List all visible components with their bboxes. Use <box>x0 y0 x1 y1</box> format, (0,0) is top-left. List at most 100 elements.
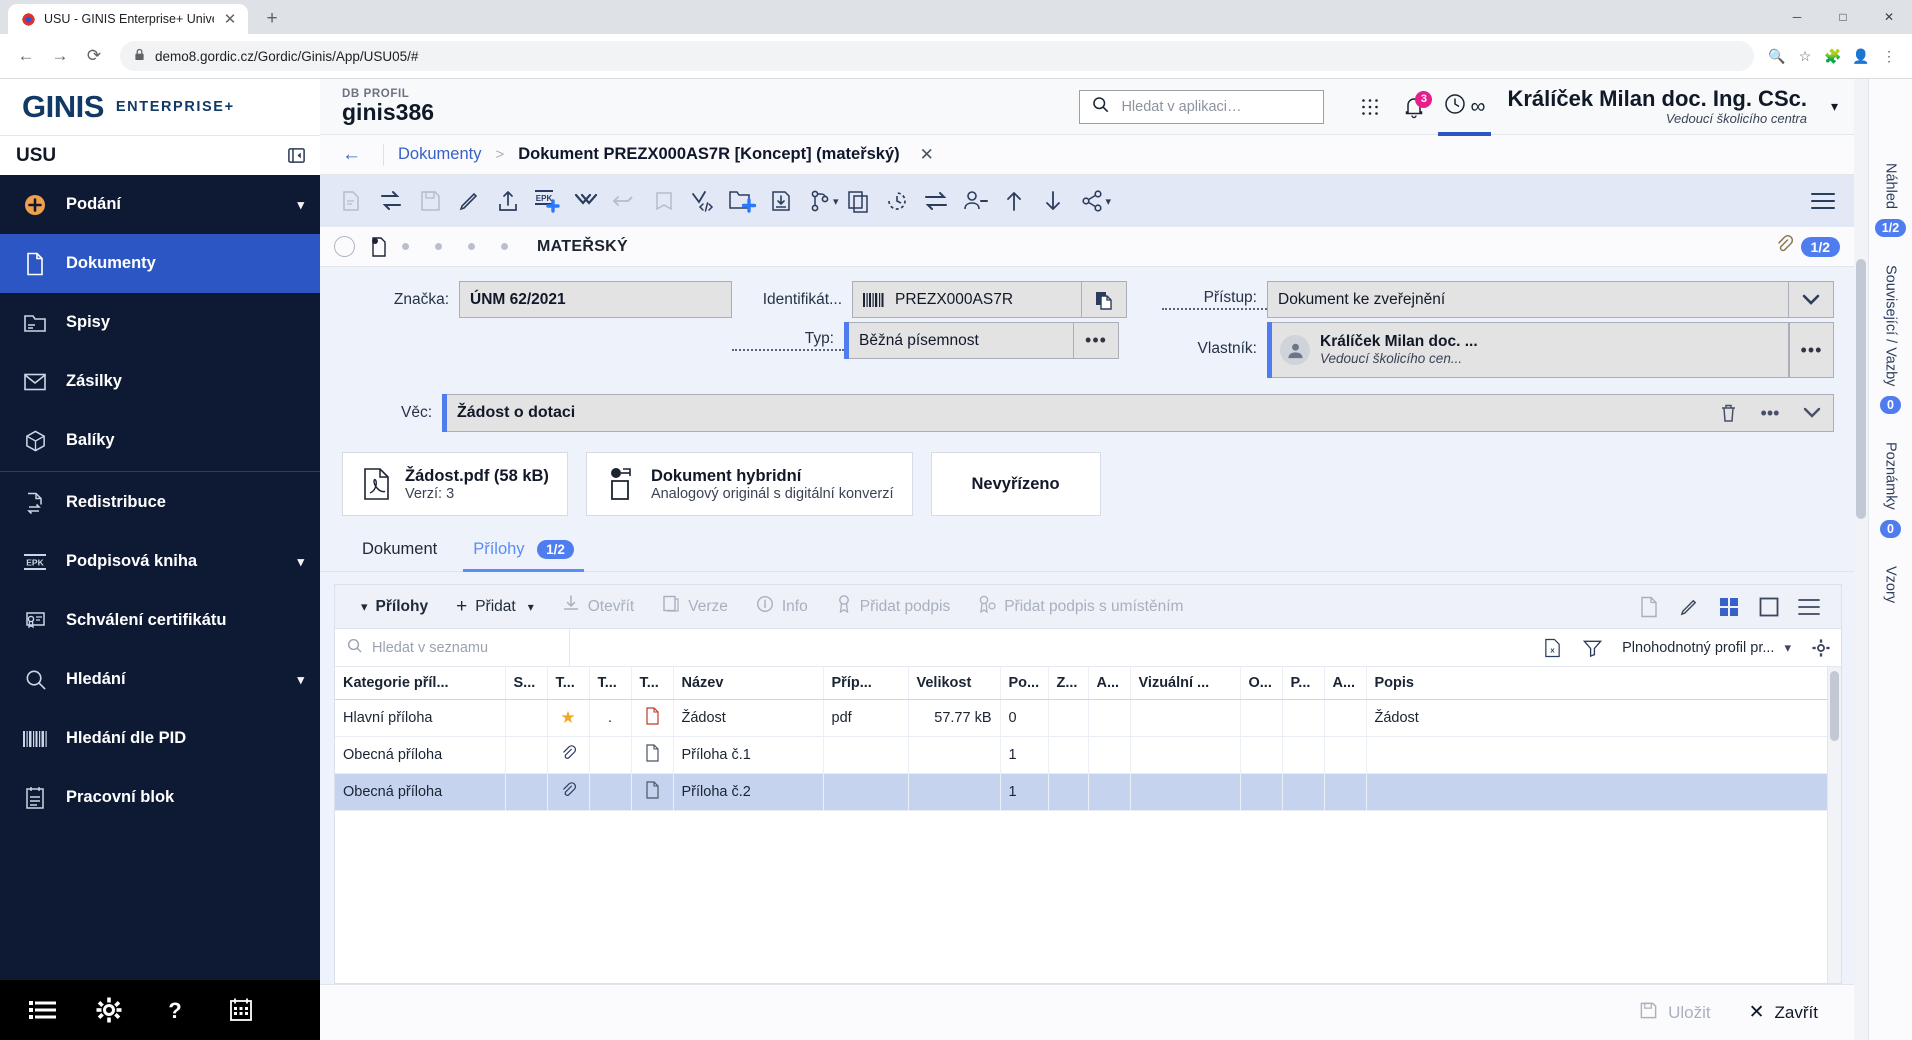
edit-pencil-icon[interactable] <box>449 181 488 221</box>
window-close-icon[interactable]: ✕ <box>1866 1 1912 33</box>
search-input[interactable]: Hledat v aplikaci… <box>1079 89 1325 124</box>
rail-item-souvisejici[interactable]: Související / Vazby 0 <box>1880 251 1901 428</box>
col-velikost[interactable]: Velikost <box>908 667 1001 700</box>
apps-grid-icon[interactable] <box>1348 85 1392 129</box>
upload-icon[interactable] <box>488 181 527 221</box>
sidebar-item-hledani-dle-pid[interactable]: Hledání dle PID <box>0 709 320 768</box>
card-status[interactable]: Nevyřízeno <box>930 452 1101 516</box>
time-tracking[interactable]: ∞ <box>1436 85 1493 136</box>
exchange-icon[interactable] <box>917 181 956 221</box>
browser-tab[interactable]: USU - GINIS Enterprise+ Univerz ✕ <box>8 4 248 34</box>
pristup-value[interactable]: Dokument ke zveřejnění <box>1267 281 1789 318</box>
arrow-up-icon[interactable] <box>995 181 1034 221</box>
col-popis[interactable]: Popis <box>1366 667 1841 700</box>
attachments-search-input[interactable]: Hledat v seznamu <box>335 628 570 667</box>
close-icon[interactable]: ✕ <box>222 11 238 28</box>
transfer-icon[interactable] <box>371 181 410 221</box>
col-pripona[interactable]: Příp... <box>823 667 909 700</box>
sidebar-item-podani[interactable]: Podání ▾ <box>0 175 320 234</box>
vec-more-button[interactable]: ••• <box>1749 394 1791 432</box>
card-hybrid[interactable]: Dokument hybridní Analogový originál s d… <box>585 452 913 516</box>
col-a2[interactable]: A... <box>1324 667 1367 700</box>
list-icon[interactable] <box>10 998 76 1022</box>
col-t1[interactable]: T... <box>547 667 590 700</box>
copy-identifier-button[interactable] <box>1082 281 1127 318</box>
list-menu-icon[interactable] <box>1789 585 1829 629</box>
assign-person-icon[interactable] <box>956 181 995 221</box>
attachments-section-toggle[interactable]: ▾ Přílohy <box>347 585 442 629</box>
tab-dokument[interactable]: Dokument <box>344 530 455 571</box>
status-circle-icon[interactable] <box>334 236 355 257</box>
new-document-icon[interactable] <box>332 181 371 221</box>
help-icon[interactable]: ? <box>142 997 208 1023</box>
col-nazev[interactable]: Název <box>673 667 824 700</box>
copy-icon[interactable] <box>839 181 878 221</box>
sidebar-item-podpisova-kniha[interactable]: EPK Podpisová kniha ▾ <box>0 532 320 591</box>
add-signature-button[interactable]: Přidat podpis <box>822 585 964 629</box>
field-label[interactable]: Přístup: <box>1162 289 1267 310</box>
table-row[interactable]: Hlavní příloha ★ . Žádost pdf 57.77 kB 0… <box>335 699 1841 737</box>
back-arrow-icon[interactable]: ← <box>334 144 369 166</box>
tab-prilohy[interactable]: Přílohy 1/2 <box>455 530 592 572</box>
close-icon[interactable]: ✕ <box>920 145 934 165</box>
sidebar-item-dokumenty[interactable]: Dokumenty <box>0 234 320 293</box>
bookmark-star-icon[interactable]: ☆ <box>1792 43 1818 69</box>
add-folder-icon[interactable] <box>722 181 761 221</box>
page-scrollbar[interactable] <box>1854 79 1868 1040</box>
col-s[interactable]: S... <box>505 667 548 700</box>
minimize-icon[interactable]: ─ <box>1774 1 1820 33</box>
gear-icon[interactable] <box>76 997 142 1023</box>
calendar-icon[interactable] <box>208 997 274 1023</box>
double-check-icon[interactable] <box>566 181 605 221</box>
sidebar-item-baliky[interactable]: Balíky <box>0 411 320 470</box>
col-t2[interactable]: T... <box>589 667 632 700</box>
save-button[interactable]: Uložit <box>1621 993 1729 1033</box>
export-pdf-icon[interactable] <box>1629 585 1669 629</box>
col-vizualni[interactable]: Vizuální ... <box>1130 667 1241 700</box>
typ-more-button[interactable]: ••• <box>1074 322 1119 359</box>
rail-item-vzory[interactable]: Vzory <box>1883 552 1899 617</box>
share-icon[interactable] <box>1073 181 1112 221</box>
single-view-icon[interactable] <box>1749 585 1789 629</box>
browser-menu-icon[interactable]: ⋮ <box>1876 43 1902 69</box>
col-t3[interactable]: T... <box>631 667 674 700</box>
typ-value[interactable]: Běžná písemnost <box>849 322 1074 359</box>
scrollbar-thumb[interactable] <box>1856 259 1866 519</box>
vec-dropdown-button[interactable] <box>1791 394 1833 432</box>
forward-icon[interactable] <box>605 181 644 221</box>
sidebar-item-spisy[interactable]: Spisy <box>0 293 320 352</box>
add-attachment-button[interactable]: + Přidat ▾ <box>442 585 548 629</box>
info-button[interactable]: Info <box>742 585 822 629</box>
add-signature-position-button[interactable]: Přidat podpis s umístěním <box>964 585 1197 629</box>
collapse-sidebar-icon[interactable] <box>287 146 306 165</box>
vlastnik-card[interactable]: Králíček Milan doc. ... Vedoucí školicíh… <box>1272 322 1789 378</box>
profile-selector[interactable]: Plnohodnotný profil pr... ▾ <box>1612 640 1801 656</box>
scrollbar-thumb[interactable] <box>1830 671 1839 741</box>
arrow-down-icon[interactable] <box>1034 181 1073 221</box>
col-kategorie[interactable]: Kategorie příl... <box>335 667 506 700</box>
export-excel-icon[interactable]: x <box>1532 626 1572 670</box>
znacka-value[interactable]: ÚNM 62/2021 <box>459 281 732 318</box>
table-scrollbar[interactable] <box>1827 667 1841 983</box>
col-a[interactable]: A... <box>1088 667 1131 700</box>
rail-item-nahled[interactable]: Náhled 1/2 <box>1874 149 1907 251</box>
zoom-icon[interactable]: 🔍 <box>1764 43 1790 69</box>
maximize-icon[interactable]: □ <box>1820 1 1866 33</box>
sidebar-item-schvaleni-certifikatu[interactable]: Schválení certifikátu <box>0 591 320 650</box>
delete-icon[interactable] <box>1707 394 1749 432</box>
forward-icon[interactable]: → <box>44 40 76 72</box>
open-attachment-button[interactable]: Otevřít <box>548 585 649 629</box>
grid-view-icon[interactable] <box>1709 585 1749 629</box>
sidebar-item-redistribuce[interactable]: Redistribuce <box>0 473 320 532</box>
history-icon[interactable] <box>878 181 917 221</box>
address-bar[interactable]: demo8.gordic.cz/Gordic/Ginis/App/USU05/# <box>120 41 1754 71</box>
import-icon[interactable] <box>761 181 800 221</box>
user-menu[interactable]: Králíček Milan doc. Ing. CSc. Vedoucí šk… <box>1493 86 1825 126</box>
versions-button[interactable]: Verze <box>648 585 742 629</box>
identifikator-value[interactable]: PREZX000AS7R <box>852 281 1082 318</box>
menu-icon[interactable] <box>1803 181 1842 221</box>
sidebar-item-pracovni-blok[interactable]: Pracovní blok <box>0 768 320 827</box>
filter-icon[interactable] <box>1572 626 1612 670</box>
table-row[interactable]: Obecná příloha <box>335 736 1841 774</box>
close-button[interactable]: ✕ Zavřít <box>1739 993 1828 1032</box>
